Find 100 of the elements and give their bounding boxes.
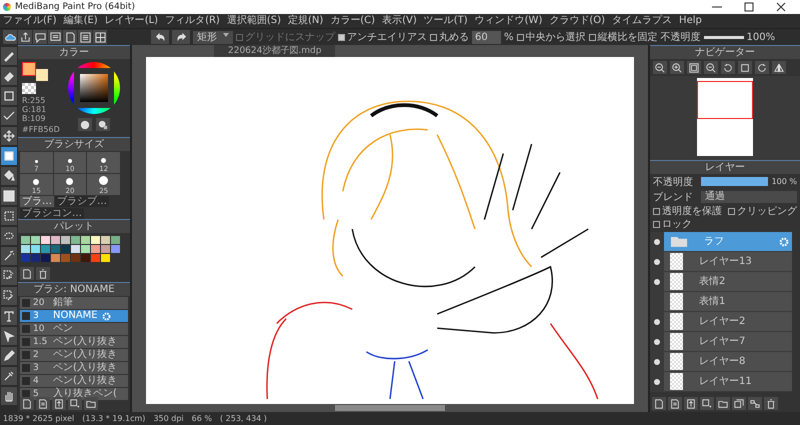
palette-swatch[interactable] (51, 236, 60, 244)
palette-swatch[interactable] (81, 236, 90, 244)
menu-item[interactable]: ファイル(F) (3, 14, 57, 28)
layer-tool-button[interactable] (716, 397, 730, 410)
menu-item[interactable]: ウィンドウ(W) (474, 14, 542, 28)
palette-swatch[interactable] (81, 254, 90, 262)
close-icon[interactable] (776, 2, 786, 12)
layer-item[interactable]: レイヤー2 (650, 312, 792, 332)
layer-item[interactable]: ラフ (650, 232, 792, 252)
color-wheel[interactable] (68, 62, 120, 114)
brush-checkbox[interactable] (22, 325, 30, 333)
palette-swatch[interactable] (61, 236, 70, 244)
palette-swatch[interactable] (71, 245, 80, 253)
menu-item[interactable]: ツール(T) (424, 14, 468, 28)
palette-swatch[interactable] (111, 236, 120, 244)
navigator-button[interactable] (704, 61, 718, 74)
palette-swatch[interactable] (81, 245, 90, 253)
layer-option-checkbox[interactable]: ロック (653, 218, 692, 231)
opacity-slider[interactable] (704, 36, 744, 38)
palette-swatch[interactable] (31, 236, 40, 244)
navigator-button[interactable] (721, 61, 735, 74)
navigator-button[interactable] (772, 61, 786, 74)
toolbar-button[interactable] (18, 30, 32, 44)
option-checkbox[interactable]: 丸める (430, 30, 469, 44)
palette-swatch[interactable] (61, 254, 70, 262)
brush-tool-button[interactable] (52, 397, 66, 410)
toolbar-button[interactable] (93, 30, 107, 44)
menu-item[interactable]: クラウド(O) (549, 14, 606, 28)
palette-swatch[interactable] (91, 245, 100, 253)
brush-list-item[interactable]: 20 鉛筆 (20, 297, 128, 309)
layer-item[interactable]: レイヤー11 (650, 372, 792, 392)
visibility-toggle[interactable] (650, 232, 664, 251)
brush-list-item[interactable]: 3 NONAME (20, 310, 128, 322)
brush-checkbox[interactable] (22, 377, 30, 385)
palette-swatch[interactable] (31, 254, 40, 262)
layer-tool-button[interactable] (652, 397, 666, 410)
palette-swatch[interactable] (111, 245, 120, 253)
maximize-icon[interactable] (744, 2, 754, 12)
panel-tab[interactable]: ブラ… (20, 196, 54, 207)
menu-item[interactable]: Help (679, 14, 702, 28)
layer-tool-button[interactable] (732, 397, 746, 410)
layer-item[interactable]: 表情1 (650, 292, 792, 312)
menu-item[interactable]: 表示(V) (382, 14, 417, 28)
palette-swatch[interactable] (91, 254, 100, 262)
brush-list-item[interactable]: 3 ペン(入り抜き (20, 362, 128, 374)
layer-option-checkbox[interactable]: クリッピング (728, 205, 797, 218)
layer-opacity-slider[interactable] (701, 177, 768, 186)
panel-tab[interactable]: ブラシブ… (55, 196, 109, 207)
brush-checkbox[interactable] (22, 312, 30, 320)
tool-button[interactable] (1, 267, 17, 285)
palette-swatch[interactable] (51, 245, 60, 253)
layer-option-checkbox[interactable]: 透明度を保護 (653, 205, 722, 218)
brush-tool-button[interactable] (68, 397, 82, 410)
layer-item[interactable]: レイヤー13 (650, 252, 792, 272)
layer-item[interactable]: レイヤー8 (650, 352, 792, 372)
secondary-color-swatch[interactable] (36, 69, 48, 81)
layer-tool-button[interactable] (668, 397, 682, 410)
transparent-swatch[interactable] (22, 82, 36, 94)
palette-swatch[interactable] (41, 236, 50, 244)
menu-item[interactable]: タイムラプス (612, 14, 672, 28)
tool-button[interactable] (1, 327, 17, 345)
toolbar-button[interactable] (33, 30, 47, 44)
option-checkbox[interactable]: 中央から選択 (516, 30, 586, 44)
tool-button[interactable] (1, 127, 17, 145)
palette-swatch[interactable] (51, 254, 60, 262)
toolbar-button[interactable] (3, 30, 17, 44)
brush-tool-button[interactable] (36, 397, 50, 410)
tool-button[interactable] (1, 107, 17, 125)
palette-swatch[interactable] (31, 245, 40, 253)
panel-tab[interactable]: ブラシコン… (20, 208, 84, 219)
navigator-button[interactable] (738, 61, 752, 74)
delete-button[interactable] (36, 267, 50, 280)
option-checkbox[interactable]: アンチエイリアス (338, 30, 427, 44)
brush-list-item[interactable]: 2 ペン(入り抜き (20, 349, 128, 361)
palette-button[interactable] (78, 118, 92, 131)
brush-list-item[interactable]: 10 ペン (20, 323, 128, 335)
toolbar-button[interactable] (78, 30, 92, 44)
menu-item[interactable]: カラー(C) (330, 14, 376, 28)
toolbar-button[interactable] (48, 30, 62, 44)
brush-checkbox[interactable] (22, 351, 30, 359)
layer-tool-button[interactable] (700, 397, 714, 410)
layer-tool-button[interactable] (684, 397, 698, 410)
menu-item[interactable]: レイヤー(L) (104, 14, 158, 28)
palette-swatch[interactable] (101, 245, 110, 253)
scrollbar-thumb[interactable] (335, 405, 445, 411)
layer-tool-button[interactable] (748, 397, 762, 410)
color-picker-button[interactable] (96, 118, 110, 131)
menu-item[interactable]: 編集(E) (64, 14, 98, 28)
brush-list-item[interactable]: 1.5 ペン(入り抜き (20, 336, 128, 348)
navigator-button[interactable] (653, 61, 667, 74)
document-tab[interactable]: 220624沙都子図.mdp (214, 45, 336, 57)
round-value-field[interactable]: 60 (472, 30, 501, 44)
palette-swatch[interactable] (71, 254, 80, 262)
palette-swatch[interactable] (71, 236, 80, 244)
palette-swatch[interactable] (101, 254, 110, 262)
tool-button[interactable] (1, 247, 17, 265)
brush-checkbox[interactable] (22, 364, 30, 372)
brush-list-item[interactable]: 4 ペン(入り抜き (20, 375, 128, 387)
navigator-button[interactable] (670, 61, 684, 74)
tool-button[interactable] (1, 147, 17, 165)
